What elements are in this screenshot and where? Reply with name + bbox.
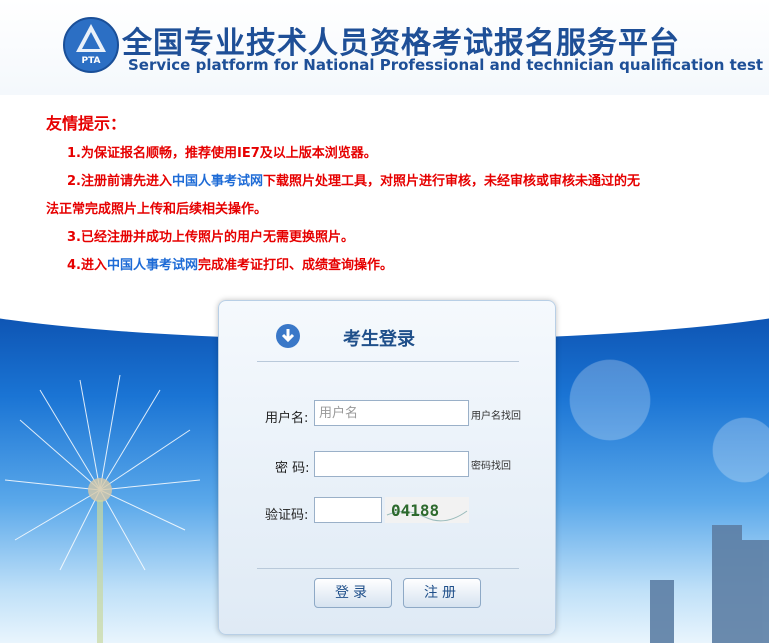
login-panel: 考生登录 用户名: 用户名找回 密 码: 密码找回 验证码: 04188 登录 … (218, 300, 556, 635)
notice-text: 完成准考证打印、成绩查询操作。 (198, 258, 394, 273)
notice-text: 1.为保证报名顺畅，推荐使用IE7及以上版本浏览器。 (67, 146, 377, 161)
cpta-link[interactable]: 中国人事考试网 (107, 258, 198, 273)
divider (257, 361, 519, 362)
captcha-input[interactable] (314, 497, 382, 523)
username-recover-link[interactable]: 用户名找回 (471, 407, 521, 422)
notice-text: 2.注册前请先进入 (67, 174, 172, 189)
notice-item: 3.已经注册并成功上传照片的用户无需更换照片。 (46, 224, 736, 252)
password-recover-link[interactable]: 密码找回 (471, 457, 511, 472)
pta-logo-icon: PTA (63, 17, 119, 73)
notice-title: 友情提示： (46, 114, 127, 133)
captcha-label: 验证码: (265, 508, 309, 523)
password-label: 密 码: (275, 461, 310, 476)
username-label: 用户名: (265, 411, 309, 426)
captcha-image[interactable]: 04188 (385, 497, 469, 523)
logo-text: PTA (81, 56, 100, 66)
notice-text: 法正常完成照片上传和后续相关操作。 (46, 202, 268, 217)
notice-text: 3.已经注册并成功上传照片的用户无需更换照片。 (67, 230, 354, 245)
login-button[interactable]: 登录 (314, 578, 392, 608)
notice-item: 4.进入中国人事考试网完成准考证打印、成绩查询操作。 (46, 252, 736, 280)
notice-item: 法正常完成照片上传和后续相关操作。 (46, 196, 736, 224)
captcha-text: 04188 (391, 501, 439, 520)
notice-section: 友情提示： 1.为保证报名顺畅，推荐使用IE7及以上版本浏览器。 2.注册前请先… (46, 110, 736, 280)
divider (257, 568, 519, 569)
notice-item: 2.注册前请先进入中国人事考试网下载照片处理工具，对照片进行审核，未经审核或审核… (46, 168, 736, 196)
site-subtitle: Service platform for National Profession… (128, 56, 764, 74)
username-input[interactable] (314, 400, 469, 426)
cpta-link[interactable]: 中国人事考试网 (172, 174, 263, 189)
password-input[interactable] (314, 451, 469, 477)
header: PTA 全国专业技术人员资格考试报名服务平台 Service platform … (0, 0, 769, 95)
download-arrow-icon (276, 324, 300, 348)
register-button[interactable]: 注册 (403, 578, 481, 608)
login-title: 考生登录 (343, 329, 415, 350)
notice-text: 4.进入 (67, 258, 107, 273)
notice-text: 下载照片处理工具，对照片进行审核，未经审核或审核未通过的无 (263, 174, 641, 189)
notice-item: 1.为保证报名顺畅，推荐使用IE7及以上版本浏览器。 (46, 140, 736, 168)
